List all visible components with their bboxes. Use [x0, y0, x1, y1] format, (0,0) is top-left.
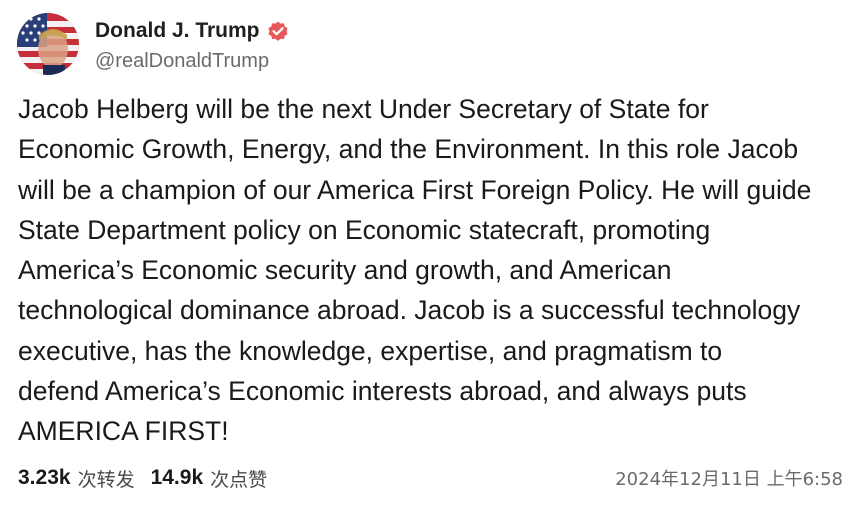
post-timestamp[interactable]: 2024年12月11日 上午6:58	[615, 465, 843, 491]
reposts-count: 3.23k	[18, 466, 71, 489]
likes-count: 14.9k	[150, 466, 204, 489]
name-row: Donald J. Trump	[95, 16, 290, 46]
post-text: Jacob Helberg will be the next Under Sec…	[18, 94, 812, 447]
post-header: Donald J. Trump @realDonaldTrump	[17, 13, 290, 75]
display-name[interactable]: Donald J. Trump	[95, 19, 260, 43]
post-footer: 3.23k 次转发 14.9k 次点赞 2024年12月11日 上午6:58	[18, 463, 843, 493]
author-info: Donald J. Trump @realDonaldTrump	[95, 16, 290, 73]
verified-badge-icon	[266, 19, 290, 43]
likes-label: 次点赞	[210, 468, 268, 491]
post-card: Donald J. Trump @realDonaldTrump Jacob H…	[0, 0, 865, 516]
avatar[interactable]	[17, 13, 79, 75]
reposts-label: 次转发	[77, 468, 135, 491]
likes-stat[interactable]: 14.9k 次点赞	[151, 465, 268, 492]
reposts-stat[interactable]: 3.23k 次转发	[18, 465, 135, 492]
author-handle[interactable]: @realDonaldTrump	[95, 50, 290, 73]
